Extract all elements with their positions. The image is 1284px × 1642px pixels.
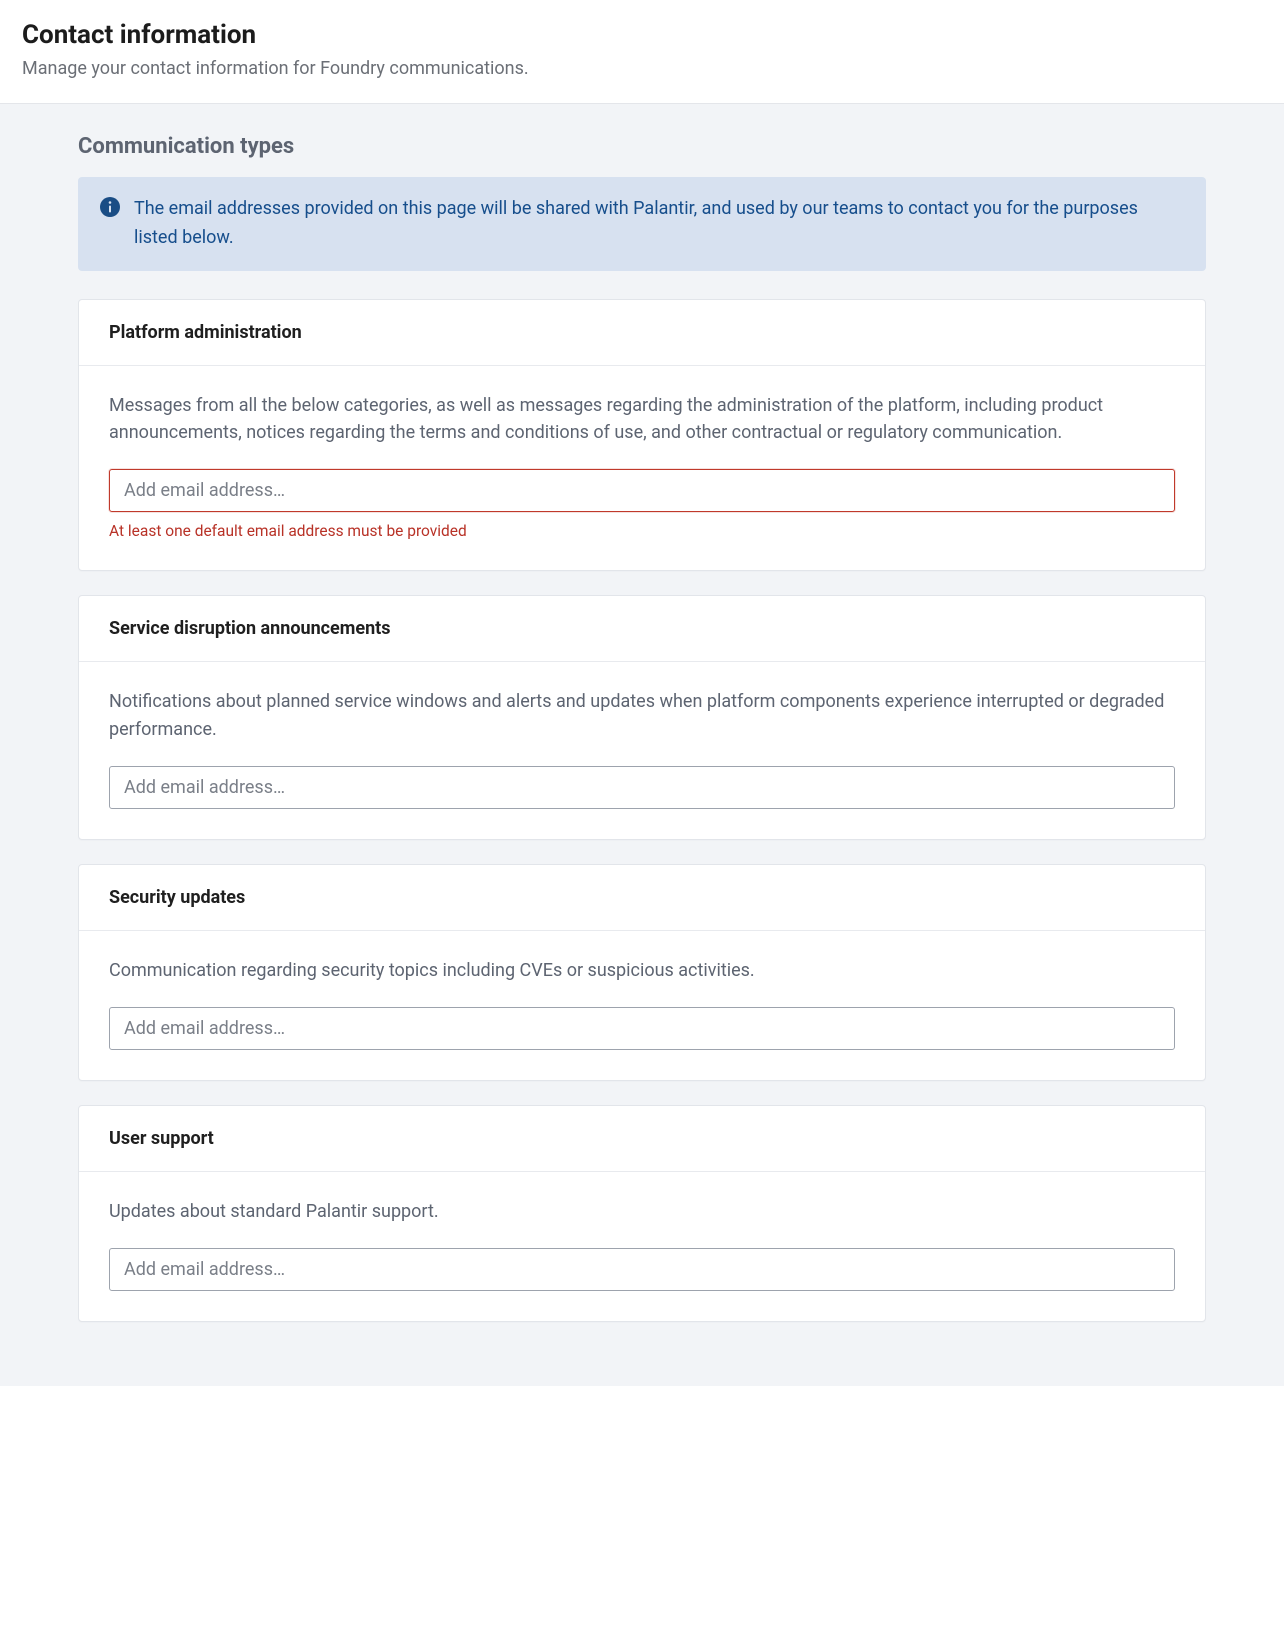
card-title: Service disruption announcements <box>109 618 1175 639</box>
card-body: Communication regarding security topics … <box>79 931 1205 1080</box>
card-header: User support <box>79 1106 1205 1172</box>
page-subtitle: Manage your contact information for Foun… <box>22 58 1262 79</box>
card-description: Notifications about planned service wind… <box>109 688 1175 744</box>
card-description: Communication regarding security topics … <box>109 957 1175 985</box>
error-message: At least one default email address must … <box>109 522 1175 540</box>
card-body: Messages from all the below categories, … <box>79 366 1205 571</box>
info-callout: The email addresses provided on this pag… <box>78 177 1206 271</box>
card-title: Security updates <box>109 887 1175 908</box>
card-security-updates: Security updates Communication regarding… <box>78 864 1206 1081</box>
card-header: Platform administration <box>79 300 1205 366</box>
info-callout-text: The email addresses provided on this pag… <box>134 195 1184 253</box>
email-input-security-updates[interactable] <box>109 1007 1175 1050</box>
email-input-service-disruption[interactable] <box>109 766 1175 809</box>
card-title: Platform administration <box>109 322 1175 343</box>
card-header: Service disruption announcements <box>79 596 1205 662</box>
card-body: Updates about standard Palantir support. <box>79 1172 1205 1321</box>
card-user-support: User support Updates about standard Pala… <box>78 1105 1206 1322</box>
card-service-disruption: Service disruption announcements Notific… <box>78 595 1206 840</box>
card-platform-administration: Platform administration Messages from al… <box>78 299 1206 572</box>
card-description: Updates about standard Palantir support. <box>109 1198 1175 1226</box>
info-icon <box>100 197 120 217</box>
card-body: Notifications about planned service wind… <box>79 662 1205 839</box>
email-input-platform-administration[interactable] <box>109 469 1175 512</box>
main-content: Communication types The email addresses … <box>0 103 1284 1386</box>
email-input-user-support[interactable] <box>109 1248 1175 1291</box>
card-header: Security updates <box>79 865 1205 931</box>
card-title: User support <box>109 1128 1175 1149</box>
section-heading: Communication types <box>78 134 1206 159</box>
card-description: Messages from all the below categories, … <box>109 392 1175 448</box>
page-title: Contact information <box>22 20 1262 50</box>
page-header: Contact information Manage your contact … <box>0 0 1284 103</box>
